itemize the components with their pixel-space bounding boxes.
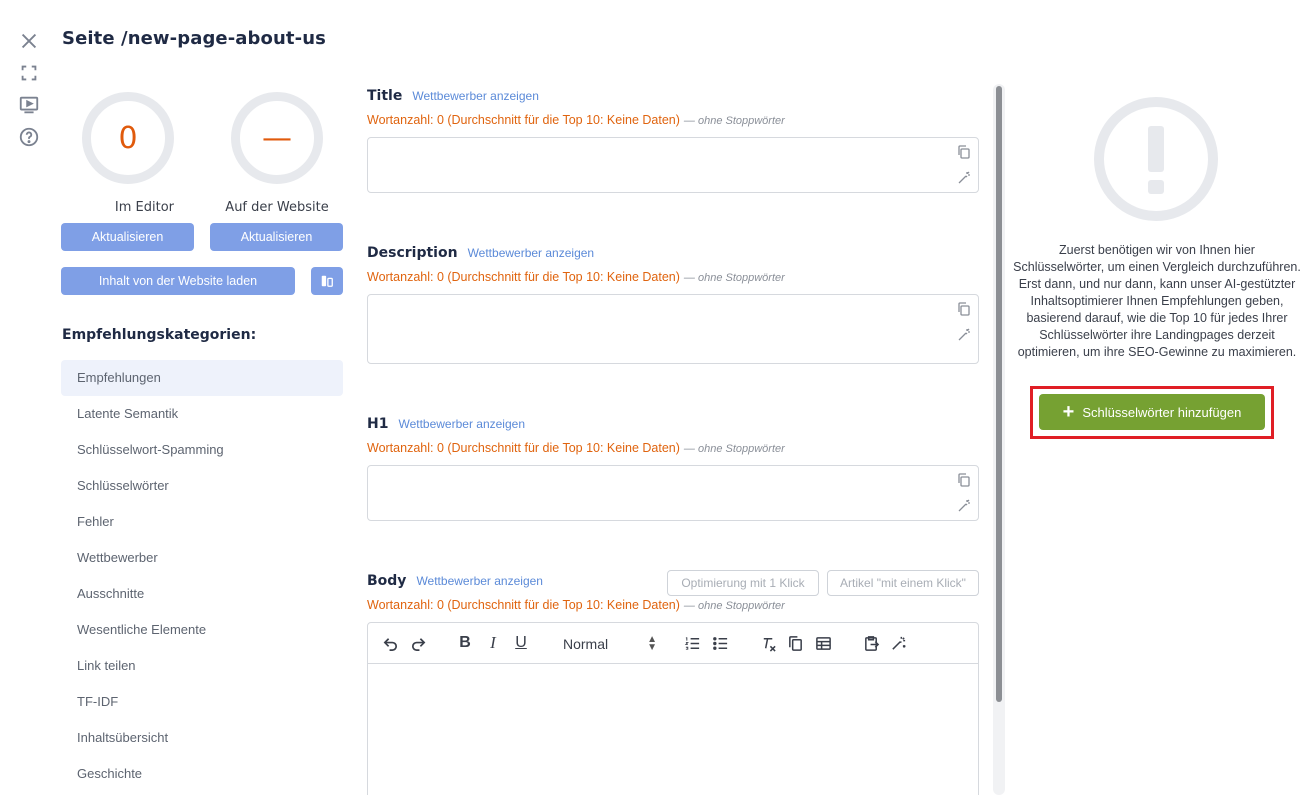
page-title: Seite /new-page-about-us bbox=[62, 28, 326, 49]
copy-icon[interactable] bbox=[956, 144, 972, 160]
body-word-count-text: Wortanzahl: 0 (Durchschnitt für die Top … bbox=[367, 598, 680, 612]
category-item-keywords[interactable]: Schlüsselwörter bbox=[61, 468, 343, 504]
italic-icon[interactable]: I bbox=[483, 633, 503, 653]
copy-icon[interactable] bbox=[956, 301, 972, 317]
category-item-empfehlungen[interactable]: Empfehlungen bbox=[61, 360, 343, 396]
description-word-count-text: Wortanzahl: 0 (Durchschnitt für die Top … bbox=[367, 270, 680, 284]
copy-icon[interactable] bbox=[785, 633, 805, 653]
format-select[interactable]: Normal ▲ ▼ bbox=[563, 634, 657, 654]
paste-icon[interactable] bbox=[861, 633, 881, 653]
category-item-fehler[interactable]: Fehler bbox=[61, 504, 343, 540]
category-item-inhaltsuebersicht[interactable]: Inhaltsübersicht bbox=[61, 720, 343, 756]
categories-title: Empfehlungskategorien: bbox=[62, 327, 257, 343]
ordered-list-icon[interactable] bbox=[682, 633, 702, 653]
load-content-button[interactable]: Inhalt von der Website laden bbox=[61, 267, 295, 295]
title-word-count: Wortanzahl: 0 (Durchschnitt für die Top … bbox=[367, 113, 785, 127]
description-input[interactable] bbox=[367, 294, 979, 364]
title-stopwords-note: — ohne Stoppwörter bbox=[683, 115, 785, 127]
score-editor-caption: Im Editor bbox=[114, 200, 174, 215]
scrollbar-thumb[interactable] bbox=[996, 86, 1002, 702]
clear-format-icon[interactable] bbox=[758, 633, 778, 653]
body-field-header: Body Wettbewerber anzeigen bbox=[367, 573, 543, 589]
title-word-count-text: Wortanzahl: 0 (Durchschnitt für die Top … bbox=[367, 113, 680, 127]
body-competitor-link[interactable]: Wettbewerber anzeigen bbox=[416, 574, 543, 588]
category-item-ausschnitte[interactable]: Ausschnitte bbox=[61, 576, 343, 612]
category-item-link-teilen[interactable]: Link teilen bbox=[61, 648, 343, 684]
score-editor: 0 Im Editor bbox=[82, 92, 174, 215]
score-website: — Auf der Website bbox=[225, 92, 329, 215]
title-input[interactable] bbox=[367, 137, 979, 193]
keywords-required-message: Zuerst benötigen wir von Ihnen hier Schl… bbox=[1013, 243, 1301, 359]
score-website-caption: Auf der Website bbox=[225, 200, 329, 215]
exclamation-icon bbox=[1094, 97, 1218, 221]
description-competitor-link[interactable]: Wettbewerber anzeigen bbox=[468, 246, 595, 260]
add-keywords-button[interactable]: + Schlüsselwörter hinzufügen bbox=[1039, 394, 1265, 430]
close-icon[interactable] bbox=[18, 30, 42, 54]
description-label: Description bbox=[367, 245, 458, 261]
body-stopwords-note: — ohne Stoppwörter bbox=[683, 600, 785, 612]
category-item-latente-semantik[interactable]: Latente Semantik bbox=[61, 396, 343, 432]
h1-field-header: H1 Wettbewerber anzeigen bbox=[367, 416, 525, 432]
magic-wand-icon[interactable] bbox=[956, 498, 972, 514]
score-website-value: — bbox=[231, 92, 323, 184]
one-click-article-button[interactable]: Artikel "mit einem Klick" bbox=[827, 570, 979, 596]
redo-icon[interactable] bbox=[408, 633, 428, 653]
description-stopwords-note: — ohne Stoppwörter bbox=[683, 272, 785, 284]
undo-icon[interactable] bbox=[380, 633, 400, 653]
add-keywords-label: Schlüsselwörter hinzufügen bbox=[1082, 404, 1242, 420]
h1-word-count-text: Wortanzahl: 0 (Durchschnitt für die Top … bbox=[367, 441, 680, 455]
magic-wand-icon[interactable] bbox=[888, 633, 908, 653]
update-editor-button[interactable]: Aktualisieren bbox=[61, 223, 194, 251]
left-rail bbox=[18, 30, 44, 158]
title-field-header: Title Wettbewerber anzeigen bbox=[367, 88, 539, 104]
title-competitor-link[interactable]: Wettbewerber anzeigen bbox=[412, 89, 539, 103]
video-icon[interactable] bbox=[18, 94, 42, 118]
plus-icon: + bbox=[1062, 401, 1075, 423]
bullet-list-icon[interactable] bbox=[710, 633, 730, 653]
compare-button[interactable] bbox=[311, 267, 343, 295]
categories-list: Empfehlungen Latente Semantik Schlüsselw… bbox=[61, 360, 343, 792]
underline-icon[interactable]: U bbox=[511, 633, 531, 653]
one-click-optimize-button[interactable]: Optimierung mit 1 Klick bbox=[667, 570, 819, 596]
h1-label: H1 bbox=[367, 416, 389, 432]
update-website-button[interactable]: Aktualisieren bbox=[210, 223, 343, 251]
body-editor[interactable]: B I U Normal ▲ ▼ bbox=[367, 622, 979, 795]
compare-icon bbox=[321, 275, 333, 287]
category-item-tf-idf[interactable]: TF-IDF bbox=[61, 684, 343, 720]
table-icon[interactable] bbox=[813, 633, 833, 653]
h1-word-count: Wortanzahl: 0 (Durchschnitt für die Top … bbox=[367, 441, 785, 455]
format-select-value: Normal bbox=[563, 636, 609, 652]
score-editor-value: 0 bbox=[82, 92, 174, 184]
h1-competitor-link[interactable]: Wettbewerber anzeigen bbox=[398, 417, 525, 431]
magic-wand-icon[interactable] bbox=[956, 327, 972, 343]
editor-toolbar: B I U Normal ▲ ▼ bbox=[368, 623, 978, 664]
h1-input[interactable] bbox=[367, 465, 979, 521]
category-item-keyword-spamming[interactable]: Schlüsselwort-Spamming bbox=[61, 432, 343, 468]
magic-wand-icon[interactable] bbox=[956, 170, 972, 186]
body-label: Body bbox=[367, 573, 407, 589]
description-word-count: Wortanzahl: 0 (Durchschnitt für die Top … bbox=[367, 270, 785, 284]
body-word-count: Wortanzahl: 0 (Durchschnitt für die Top … bbox=[367, 598, 785, 612]
copy-icon[interactable] bbox=[956, 472, 972, 488]
select-arrows-icon: ▲ ▼ bbox=[647, 634, 657, 653]
category-item-wettbewerber[interactable]: Wettbewerber bbox=[61, 540, 343, 576]
category-item-geschichte[interactable]: Geschichte bbox=[61, 756, 343, 792]
fullscreen-icon[interactable] bbox=[18, 62, 42, 86]
help-icon[interactable] bbox=[18, 126, 42, 150]
h1-stopwords-note: — ohne Stoppwörter bbox=[683, 443, 785, 455]
bold-icon[interactable]: B bbox=[455, 633, 475, 653]
category-item-wesentliche-elemente[interactable]: Wesentliche Elemente bbox=[61, 612, 343, 648]
description-field-header: Description Wettbewerber anzeigen bbox=[367, 245, 594, 261]
title-label: Title bbox=[367, 88, 403, 104]
